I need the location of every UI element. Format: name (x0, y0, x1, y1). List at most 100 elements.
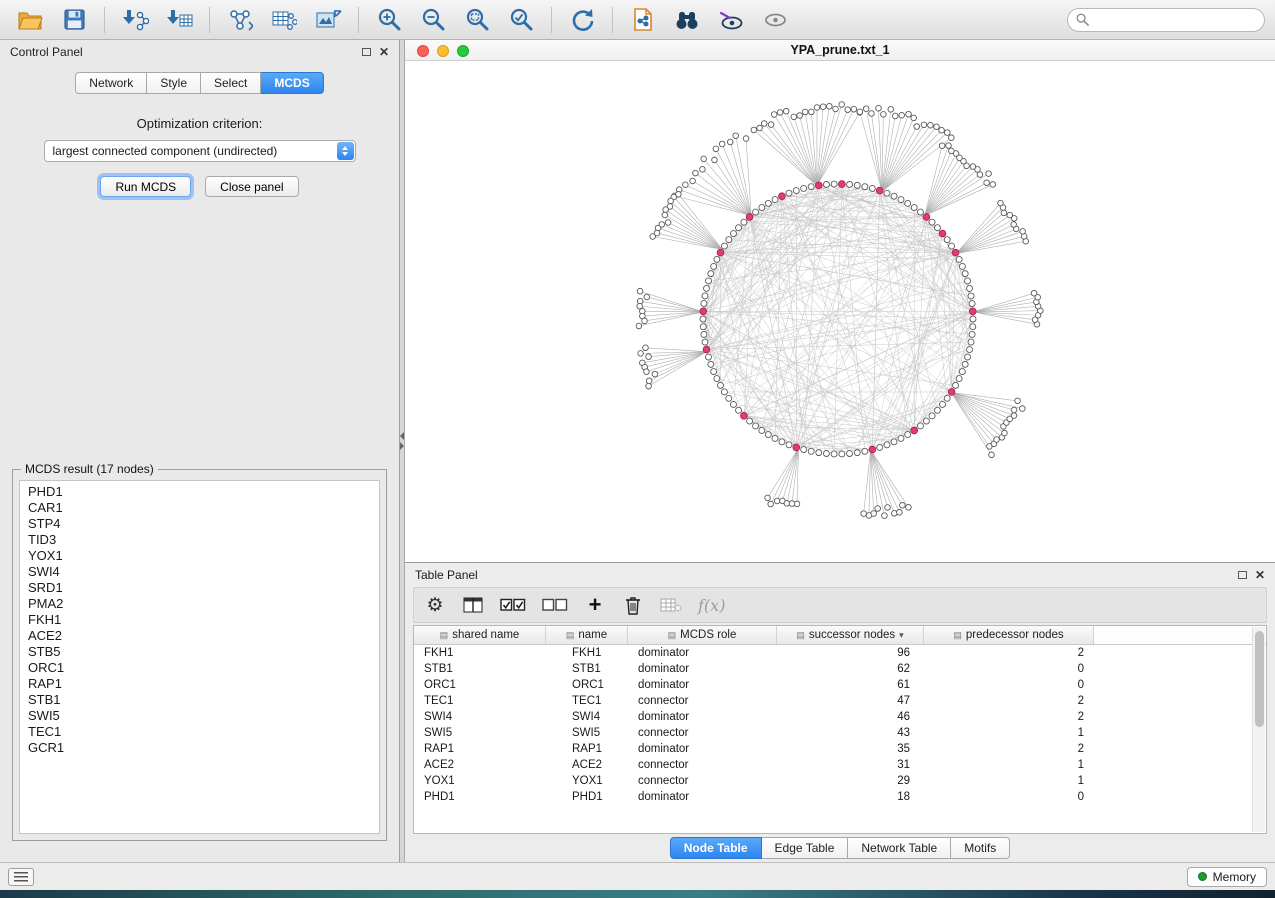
import-network-glyph (121, 8, 149, 32)
search-input[interactable] (1094, 13, 1256, 27)
result-node-item[interactable]: FKH1 (28, 612, 379, 628)
tab-style[interactable]: Style (147, 72, 201, 94)
result-node-item[interactable]: PMA2 (28, 596, 379, 612)
tab-edge-table[interactable]: Edge Table (762, 837, 849, 859)
save-session-icon[interactable] (54, 4, 94, 36)
result-node-item[interactable]: GCR1 (28, 740, 379, 756)
table-cell: dominator (628, 647, 777, 659)
import-table-icon[interactable] (159, 4, 199, 36)
table-cell: dominator (628, 791, 777, 803)
result-node-item[interactable]: SRD1 (28, 580, 379, 596)
zoom-window-icon[interactable] (457, 45, 469, 57)
export-document-icon[interactable] (623, 4, 663, 36)
float-table-panel-icon[interactable] (1238, 571, 1247, 579)
table-cell: TEC1 (546, 695, 628, 707)
result-node-item[interactable]: ORC1 (28, 660, 379, 676)
status-menu-button[interactable] (8, 868, 34, 886)
close-panel-button[interactable]: Close panel (205, 176, 298, 197)
run-mcds-button[interactable]: Run MCDS (100, 176, 191, 197)
table-cell: ORC1 (546, 679, 628, 691)
zoom-fit-icon[interactable] (457, 4, 497, 36)
search-box[interactable] (1067, 8, 1265, 32)
result-node-item[interactable]: STB1 (28, 692, 379, 708)
table-cell: SWI5 (414, 727, 546, 739)
column-type-icon: ▤ (566, 630, 575, 641)
table-cell: connector (628, 695, 777, 707)
export-image-icon[interactable] (308, 4, 348, 36)
table-row[interactable]: SWI5SWI5connector431 (414, 725, 1266, 741)
new-table-icon[interactable] (264, 4, 304, 36)
result-node-item[interactable]: ACE2 (28, 628, 379, 644)
close-table-panel-icon[interactable]: ✕ (1255, 569, 1265, 581)
zoom-out-icon[interactable] (413, 4, 453, 36)
import-network-icon[interactable] (115, 4, 155, 36)
table-cell: STB1 (546, 663, 628, 675)
tab-node-table[interactable]: Node Table (670, 837, 762, 859)
tab-mcds[interactable]: MCDS (261, 72, 323, 94)
find-binoculars-icon[interactable] (667, 4, 707, 36)
result-node-item[interactable]: TID3 (28, 532, 379, 548)
column-header-predecessor-nodes[interactable]: ▤ predecessor nodes (924, 626, 1094, 644)
memory-button[interactable]: Memory (1187, 867, 1267, 887)
splitter-collapse-icon[interactable] (400, 432, 404, 450)
result-node-item[interactable]: CAR1 (28, 500, 379, 516)
tab-network-table[interactable]: Network Table (848, 837, 951, 859)
network-titlebar[interactable]: YPA_prune.txt_1 (405, 40, 1275, 61)
table-row[interactable]: FKH1FKH1dominator962 (414, 645, 1266, 661)
close-panel-icon[interactable]: ✕ (379, 46, 389, 58)
tab-select[interactable]: Select (201, 72, 261, 94)
result-node-item[interactable]: RAP1 (28, 676, 379, 692)
column-header-shared-name[interactable]: ▤ shared name (414, 626, 546, 644)
search-icon (1076, 13, 1089, 26)
table-settings-gear-icon[interactable]: ⚙ (424, 592, 446, 618)
table-row[interactable]: STB1STB1dominator620 (414, 661, 1266, 677)
result-node-item[interactable]: PHD1 (28, 484, 379, 500)
clone-network-icon[interactable] (220, 4, 260, 36)
result-node-item[interactable]: STP4 (28, 516, 379, 532)
result-node-item[interactable]: SWI4 (28, 564, 379, 580)
table-row[interactable]: ACE2ACE2connector311 (414, 757, 1266, 773)
result-node-item[interactable]: SWI5 (28, 708, 379, 724)
tab-network[interactable]: Network (75, 72, 147, 94)
table-cell: 62 (777, 663, 924, 675)
minimize-window-icon[interactable] (437, 45, 449, 57)
table-panel-title: Table Panel (415, 568, 478, 582)
table-row[interactable]: YOX1YOX1connector291 (414, 773, 1266, 789)
add-column-icon[interactable]: + (584, 592, 606, 618)
column-header-mcds-role[interactable]: ▤ MCDS role (628, 626, 777, 644)
style-preview-icon[interactable] (711, 4, 751, 36)
table-scrollbar-thumb[interactable] (1255, 631, 1264, 727)
column-header-successor-nodes[interactable]: ▤ successor nodes ▾ (777, 626, 924, 644)
table-panel-header: Table Panel ✕ (405, 563, 1275, 587)
mcds-result-list[interactable]: PHD1CAR1STP4TID3YOX1SWI4SRD1PMA2FKH1ACE2… (19, 480, 380, 834)
criterion-dropdown-value: largest connected component (undirected) (53, 144, 278, 158)
column-header-name[interactable]: ▤ name (546, 626, 628, 644)
network-canvas[interactable] (405, 61, 1275, 562)
tab-motifs[interactable]: Motifs (951, 837, 1010, 859)
table-row[interactable]: TEC1TEC1connector472 (414, 693, 1266, 709)
table-row[interactable]: PHD1PHD1dominator180 (414, 789, 1266, 805)
criterion-dropdown[interactable]: largest connected component (undirected) (44, 140, 356, 162)
close-window-icon[interactable] (417, 45, 429, 57)
zoom-in-icon[interactable] (369, 4, 409, 36)
result-node-item[interactable]: TEC1 (28, 724, 379, 740)
visibility-icon[interactable] (755, 4, 795, 36)
deselect-all-icon[interactable] (542, 592, 568, 618)
open-session-icon[interactable] (10, 4, 50, 36)
delete-column-icon[interactable] (622, 592, 644, 618)
select-all-icon[interactable] (500, 592, 526, 618)
table-scrollbar[interactable] (1252, 627, 1265, 832)
show-columns-icon[interactable] (462, 592, 484, 618)
result-node-item[interactable]: YOX1 (28, 548, 379, 564)
table-row[interactable]: RAP1RAP1dominator352 (414, 741, 1266, 757)
result-node-item[interactable]: STB5 (28, 644, 379, 660)
zoom-selected-icon[interactable] (501, 4, 541, 36)
table-cell: dominator (628, 679, 777, 691)
table-row[interactable]: SWI4SWI4dominator462 (414, 709, 1266, 725)
float-panel-icon[interactable] (362, 48, 371, 56)
sort-dropdown-icon[interactable]: ▾ (899, 630, 904, 641)
table-row[interactable]: ORC1ORC1dominator610 (414, 677, 1266, 693)
window-traffic-lights (417, 45, 469, 57)
apply-layout-icon[interactable] (562, 4, 602, 36)
table-cell: SWI4 (546, 711, 628, 723)
